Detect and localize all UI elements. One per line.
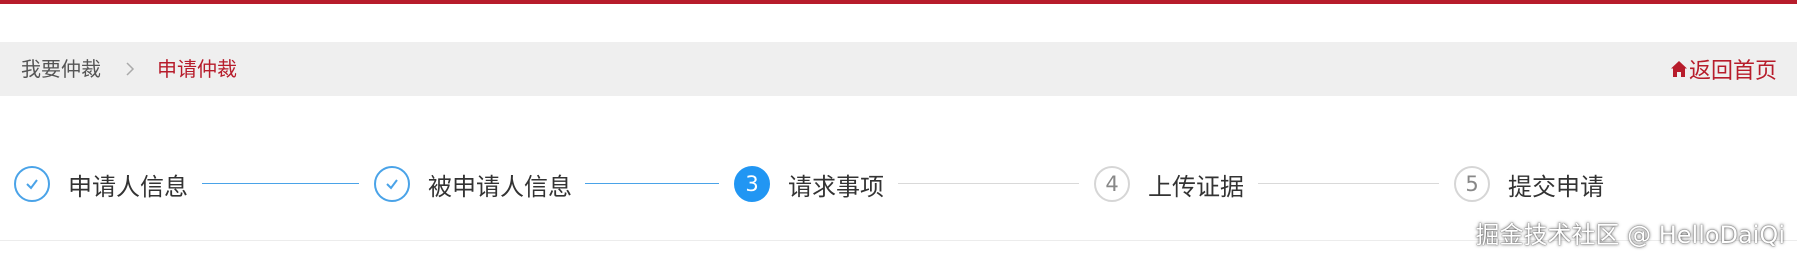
step-claims: 3 请求事项: [734, 163, 884, 205]
step-label: 被申请人信息: [428, 172, 572, 201]
step-connector: [202, 183, 359, 184]
return-home-link[interactable]: 返回首页: [1670, 42, 1777, 96]
step-label: 上传证据: [1148, 172, 1244, 201]
step-connector: [898, 183, 1079, 184]
check-icon: [374, 166, 410, 202]
breadcrumb-item-current: 申请仲裁: [157, 57, 237, 81]
watermark: 掘金技术社区 @ HelloDaiQi: [1475, 221, 1785, 249]
step-connector: [585, 183, 719, 184]
step-connector: [1258, 183, 1439, 184]
step-number-badge: 4: [1094, 166, 1130, 202]
step-submit: 5 提交申请: [1454, 163, 1604, 205]
step-applicant-info: 申请人信息: [14, 163, 188, 205]
breadcrumb-item-root[interactable]: 我要仲裁: [21, 42, 101, 96]
return-home-label: 返回首页: [1688, 59, 1777, 84]
step-respondent-info: 被申请人信息: [374, 163, 572, 205]
step-upload-evidence: 4 上传证据: [1094, 163, 1244, 205]
home-icon: [1670, 61, 1687, 77]
step-label: 提交申请: [1508, 172, 1604, 201]
step-number-badge: 3: [734, 166, 770, 202]
breadcrumb: 我要仲裁 申请仲裁 返回首页: [0, 42, 1797, 96]
step-number-badge: 5: [1454, 166, 1490, 202]
top-accent-bar: [0, 0, 1797, 4]
step-progress: 申请人信息 被申请人信息 3 请求事项 4 上传证据 5 提交申请: [0, 163, 1797, 205]
check-icon: [14, 166, 50, 202]
step-label: 请求事项: [788, 172, 884, 201]
step-label: 申请人信息: [68, 172, 188, 201]
chevron-right-icon: [126, 62, 135, 76]
